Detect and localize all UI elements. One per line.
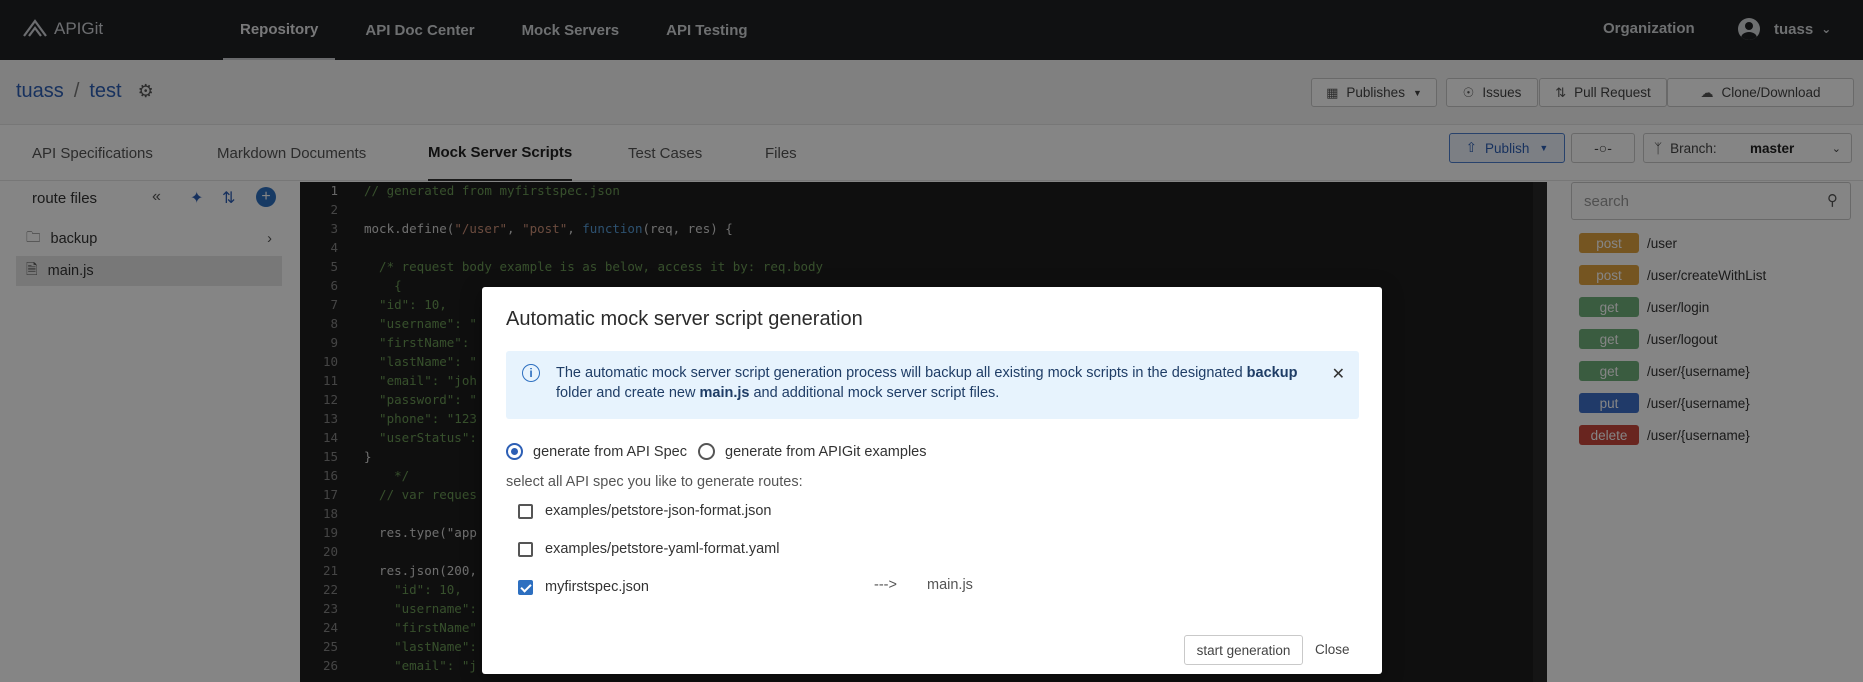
spec-checkbox-json[interactable]: examples/petstore-json-format.json bbox=[518, 501, 771, 521]
spec-select-label: select all API spec you like to generate… bbox=[506, 474, 803, 490]
alert-bold-backup: backup bbox=[1246, 365, 1298, 381]
checkbox-label: examples/petstore-yaml-format.yaml bbox=[545, 541, 780, 557]
generation-dialog: Automatic mock server script generation … bbox=[482, 287, 1382, 674]
spec-checkbox-yaml[interactable]: examples/petstore-yaml-format.yaml bbox=[518, 539, 780, 559]
alert-bold-mainjs: main.js bbox=[699, 385, 750, 401]
alert-text: The automatic mock server script generat… bbox=[556, 363, 1316, 403]
radio-label: generate from API Spec bbox=[533, 443, 687, 460]
checkbox-label: myfirstspec.json bbox=[545, 579, 649, 595]
radio-api-spec[interactable]: generate from API Spec bbox=[506, 443, 687, 460]
start-generation-button[interactable]: start generation bbox=[1184, 635, 1303, 665]
checkbox bbox=[518, 541, 533, 557]
close-button[interactable]: Close bbox=[1315, 642, 1350, 657]
target-file: main.js bbox=[927, 577, 973, 593]
alert-text-part: and additional mock server script files. bbox=[749, 385, 1000, 401]
alert-text-part: The automatic mock server script generat… bbox=[556, 365, 1247, 381]
radio-label: generate from APIGit examples bbox=[725, 443, 927, 460]
radio-indicator bbox=[698, 443, 715, 460]
checkbox-checked bbox=[518, 579, 533, 595]
dialog-title: Automatic mock server script generation bbox=[506, 308, 863, 330]
alert-text-part: folder and create new bbox=[556, 385, 700, 401]
radio-apigit-examples[interactable]: generate from APIGit examples bbox=[698, 443, 927, 460]
info-icon: i bbox=[522, 364, 540, 382]
spec-checkbox-myfirstspec[interactable]: myfirstspec.json bbox=[518, 577, 649, 597]
info-alert: i The automatic mock server script gener… bbox=[506, 351, 1359, 419]
close-icon[interactable]: ✕ bbox=[1332, 364, 1345, 384]
radio-indicator bbox=[506, 443, 523, 460]
checkbox bbox=[518, 503, 533, 519]
mapping-arrow: ---> bbox=[874, 577, 897, 593]
checkbox-label: examples/petstore-json-format.json bbox=[545, 503, 772, 519]
